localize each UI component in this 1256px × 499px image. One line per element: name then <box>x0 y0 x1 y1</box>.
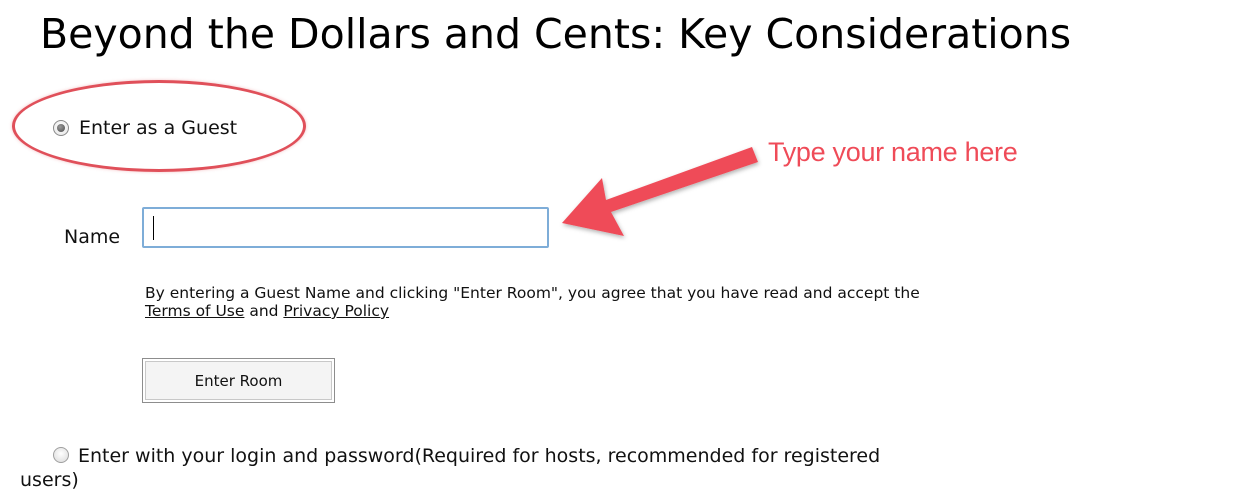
terms-of-use-link[interactable]: Terms of Use <box>145 302 244 320</box>
terms-prefix: By entering a Guest Name and clicking "E… <box>145 284 920 302</box>
name-input[interactable] <box>142 207 549 248</box>
enter-room-button[interactable]: Enter Room <box>142 358 335 403</box>
text-caret <box>153 216 154 240</box>
terms-conjunction: and <box>244 302 284 320</box>
callout-text: Type your name here <box>768 137 1018 167</box>
guest-option[interactable]: Enter as a Guest <box>53 114 237 142</box>
login-option[interactable]: Enter with your login and password(Requi… <box>20 444 920 492</box>
privacy-policy-link[interactable]: Privacy Policy <box>283 302 389 320</box>
login-radio-button[interactable] <box>53 447 69 463</box>
arrow-annotation-icon <box>562 147 758 236</box>
guest-option-label[interactable]: Enter as a Guest <box>79 117 237 139</box>
name-label: Name <box>64 226 121 248</box>
login-option-label[interactable]: Enter with your login and password(Requi… <box>20 445 880 491</box>
guest-radio-button[interactable] <box>53 120 69 136</box>
terms-text: By entering a Guest Name and clicking "E… <box>145 284 965 320</box>
page-title: Beyond the Dollars and Cents: Key Consid… <box>40 10 1072 58</box>
